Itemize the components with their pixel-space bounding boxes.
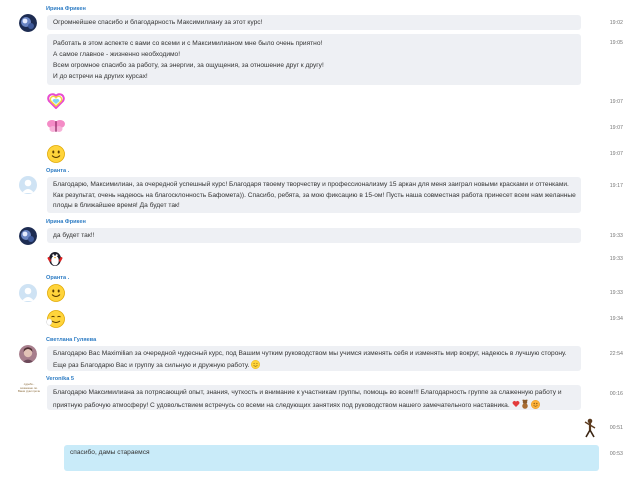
message-time: 00:16	[609, 391, 623, 397]
message-time: 19:07	[609, 99, 623, 105]
message-text: да будет так!!	[53, 232, 95, 239]
sender-name: Veronika 5	[46, 376, 74, 382]
message-text: Благодарю Вас Maximilian за очередной чу…	[53, 350, 567, 357]
avatar-oranta[interactable]	[19, 176, 37, 194]
sender-name: Ирина Фрикен	[46, 6, 86, 12]
message-text: А самое главное - жизненно необходимо!	[53, 51, 181, 58]
message-text: Еще раз Благодарю Вас и группу за сильну…	[53, 361, 250, 369]
pink-butterfly-emoticon	[46, 118, 66, 136]
message-time: 00:51	[609, 425, 623, 431]
message-text: спасибо, дамы	[70, 449, 116, 456]
message-text: Как результат, очень надеюсь на благоскл…	[53, 191, 576, 199]
penguin-emoticon	[46, 249, 64, 269]
rainbow-heart-emoticon	[47, 93, 65, 111]
message-text: приятную рабочую атмосферу! С удовольств…	[53, 399, 575, 412]
own-message-bubble[interactable]: спасибо, дамы стараемся	[64, 445, 599, 471]
message-text: плоды в ближайшее время! Да будет так!	[53, 202, 180, 210]
message-text: Всем огромное спасибо за работу, за энер…	[53, 62, 324, 69]
avatar-oranta[interactable]	[19, 284, 37, 302]
avatar-veronika-text: судьба - возможно ли. Ваши руки прочн	[17, 383, 41, 394]
message-time: 19:07	[609, 151, 623, 157]
sender-name: Оранта .	[46, 168, 70, 174]
message-time: 19:33	[609, 290, 623, 296]
dreamy-smile-emoticon	[46, 310, 66, 330]
sender-name: Ирина Фрикен	[46, 219, 86, 225]
message-bubble[interactable]: Огромнейшее спасибо и благодарность Макс…	[47, 15, 581, 30]
message-time: 19:34	[609, 316, 623, 322]
message-text: Еще раз Благодарю Вас и группу за сильну…	[53, 359, 575, 372]
smile-emoticon	[47, 284, 65, 304]
avatar-irina[interactable]	[19, 227, 37, 245]
bear-emoticon	[522, 399, 529, 409]
message-bubble[interactable]: Благодарю Максимилиана за потрясающий оп…	[47, 385, 581, 410]
message-bubble[interactable]: да будет так!!	[47, 228, 581, 243]
avatar-svetlana[interactable]	[19, 345, 37, 363]
message-time: 19:17	[609, 183, 623, 189]
avatar-irina[interactable]	[19, 14, 37, 32]
message-text: стараемся	[117, 449, 150, 456]
message-text: Огромнейшее спасибо и благодарность Макс…	[53, 19, 263, 26]
message-time: 19:02	[609, 20, 623, 26]
message-bubble[interactable]: Благодарю Вас Maximilian за очередной чу…	[47, 346, 581, 371]
message-bubble[interactable]: Работать в этом аспекте с вами со всеми …	[47, 34, 581, 85]
sender-name: Оранта .	[46, 275, 70, 281]
smile-emoticon	[251, 359, 261, 369]
smile-emoticon	[47, 145, 65, 165]
message-text: И до встречи на других курсах!	[53, 73, 148, 80]
message-text: Благодарю, Максимилиан, за очередной усп…	[53, 181, 569, 188]
message-text: Благодарю Максимилиана за потрясающий оп…	[53, 389, 562, 396]
message-time: 19:05	[609, 40, 623, 46]
dancer-emoticon	[583, 418, 597, 440]
smile-emoticon	[531, 399, 541, 409]
message-text: приятную рабочую атмосферу! С удовольств…	[53, 401, 510, 409]
message-time: 22:54	[609, 351, 623, 357]
message-time: 19:33	[609, 233, 623, 239]
message-bubble[interactable]: Благодарю, Максимилиан, за очередной усп…	[47, 177, 581, 213]
heart-emoticon	[512, 400, 519, 407]
message-time: 19:33	[609, 256, 623, 262]
message-time: 00:53	[609, 451, 623, 457]
message-text: Работать в этом аспекте с вами со всеми …	[53, 40, 323, 47]
sender-name: Светлана Гуляева	[46, 337, 97, 343]
avatar-veronika[interactable]: судьба - возможно ли. Ваши руки прочн	[17, 383, 41, 401]
message-time: 19:07	[609, 125, 623, 131]
